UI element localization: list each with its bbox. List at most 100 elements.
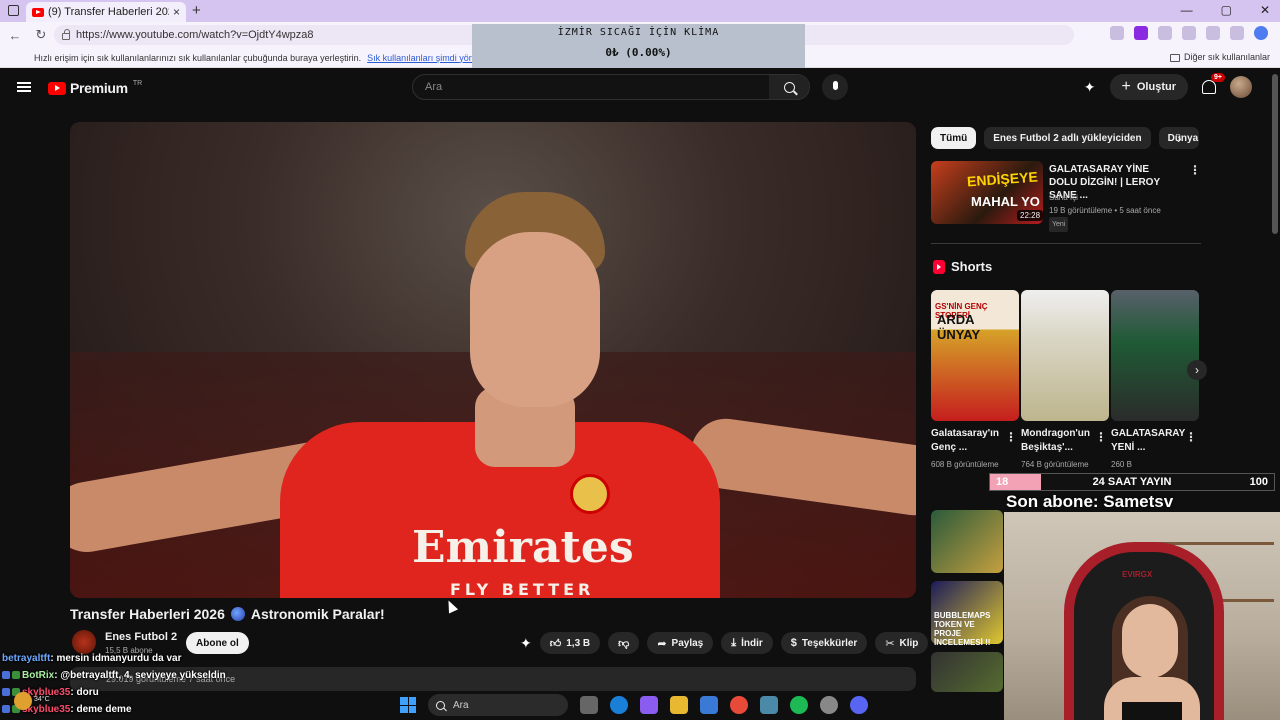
steam-icon[interactable] bbox=[760, 696, 778, 714]
short-item[interactable]: GS'NİN GENÇ STOPERİ ARDA ÜNYAY Galatasar… bbox=[931, 290, 1019, 471]
youtube-header: Premium TR Ara ✦ + Oluştur 9+ bbox=[0, 68, 1280, 106]
discord-icon[interactable] bbox=[850, 696, 868, 714]
close-window-icon[interactable]: ✕ bbox=[1260, 3, 1270, 17]
scrollbar[interactable] bbox=[1272, 74, 1278, 234]
chrome-icon[interactable] bbox=[730, 696, 748, 714]
menu-icon[interactable] bbox=[17, 82, 31, 92]
like-button[interactable]: 👍︎ 1,3 B bbox=[539, 632, 601, 654]
short-thumbnail[interactable] bbox=[1111, 290, 1199, 421]
chat-message: BotRix: @betrayaltft, 4. seviyeye yüksel… bbox=[2, 667, 226, 684]
recommended-thumbnail[interactable] bbox=[931, 510, 1003, 573]
search-placeholder: Ara bbox=[425, 81, 443, 93]
video-player[interactable]: Emirates FLY BETTER bbox=[70, 122, 916, 598]
more-options-icon[interactable]: ⋮ bbox=[1095, 430, 1107, 444]
tab-title: (9) Transfer Haberleri 2026 bbox=[48, 6, 169, 18]
short-item[interactable]: Mondragon'un Beşiktaş'... 764 B görüntül… bbox=[1021, 290, 1109, 471]
create-button[interactable]: + Oluştur bbox=[1109, 74, 1188, 100]
folder-icon bbox=[1169, 53, 1180, 62]
search-button[interactable] bbox=[769, 75, 809, 99]
thumbs-down-icon: 👎︎ bbox=[618, 637, 630, 650]
short-thumbnail[interactable] bbox=[1021, 290, 1109, 421]
filter-chips: Tümü Enes Futbol 2 adlı yükleyiciden Dün… bbox=[931, 127, 1199, 149]
chat-message: skyblue35: deme deme bbox=[2, 701, 226, 718]
recommended-thumbnail[interactable] bbox=[931, 652, 1003, 692]
user-avatar[interactable] bbox=[1230, 76, 1252, 98]
notifications-icon[interactable]: 9+ bbox=[1202, 73, 1225, 94]
badge-icon bbox=[12, 671, 20, 680]
new-badge: Yeni bbox=[1049, 217, 1069, 232]
youtube-logo[interactable]: Premium TR bbox=[48, 80, 142, 96]
search-input[interactable]: Ara bbox=[412, 74, 810, 100]
share-button[interactable]: ➦ Paylaş bbox=[647, 632, 714, 654]
recommended-thumbnail[interactable]: BUBBLEMAPS TOKEN VE PROJE İNCELEMESİ !! bbox=[931, 581, 1003, 647]
share-icon: ➦ bbox=[657, 637, 667, 650]
copilot-icon[interactable] bbox=[640, 696, 658, 714]
youtube-play-icon bbox=[48, 81, 66, 95]
more-options-icon[interactable]: ⋮ bbox=[1189, 163, 1201, 177]
extension-icon[interactable] bbox=[1134, 26, 1148, 40]
recommended-video[interactable]: ENDİŞEYE MAHAL YO 22:28 GALATASARAY YİNE… bbox=[931, 161, 1201, 232]
profile-icon[interactable] bbox=[1230, 26, 1244, 40]
short-item[interactable]: GALATASARAY YENİ ... 260 B ⋮ bbox=[1111, 290, 1199, 471]
video-duration: 22:28 bbox=[1017, 210, 1044, 221]
tab-actions-icon[interactable] bbox=[8, 5, 19, 16]
short-title[interactable]: Mondragon'un Beşiktaş'... bbox=[1021, 427, 1099, 455]
lock-icon bbox=[62, 28, 70, 40]
voice-search-icon[interactable] bbox=[822, 74, 848, 100]
scissors-icon: ✂ bbox=[885, 637, 895, 650]
favorites-icon[interactable] bbox=[1182, 26, 1196, 40]
short-views: 608 B görüntüleme bbox=[931, 460, 999, 469]
short-thumbnail[interactable]: GS'NİN GENÇ STOPERİ ARDA ÜNYAY bbox=[931, 290, 1019, 421]
chevron-right-icon[interactable]: › bbox=[1177, 130, 1182, 146]
extension-icon[interactable] bbox=[1158, 26, 1172, 40]
video-actions: ✦ 👍︎ 1,3 B 👎︎ ➦ Paylaş ⤓ İndir $ Teşekkürler… bbox=[520, 632, 929, 654]
collections-icon[interactable] bbox=[1206, 26, 1220, 40]
short-views: 764 B görüntüleme bbox=[1021, 460, 1089, 469]
jersey-sponsor-tagline: FLY BETTER bbox=[450, 580, 595, 598]
maximize-icon[interactable]: ▢ bbox=[1221, 3, 1232, 17]
clip-button[interactable]: ✂ Klip bbox=[875, 632, 929, 654]
chip-uploader[interactable]: Enes Futbol 2 adlı yükleyiciden bbox=[984, 127, 1151, 149]
dislike-button[interactable]: 👎︎ bbox=[608, 632, 640, 654]
thanks-button[interactable]: $ Teşekkürler bbox=[780, 632, 868, 654]
app-icon[interactable] bbox=[820, 696, 838, 714]
weather-temp: 34°C bbox=[34, 696, 50, 703]
close-tab-icon[interactable]: × bbox=[173, 5, 180, 19]
extensions-row bbox=[1110, 26, 1268, 40]
download-button[interactable]: ⤓ İndir bbox=[721, 632, 773, 654]
chevron-right-icon[interactable]: › bbox=[1187, 360, 1207, 380]
more-options-icon[interactable]: ⋮ bbox=[1185, 430, 1197, 444]
chair-logo-text: EVIRGX bbox=[1122, 570, 1153, 579]
windows-start-icon[interactable] bbox=[400, 697, 416, 713]
donation-goal-title: İZMİR SICAĞI İÇİN KLİMA bbox=[557, 27, 720, 38]
browser-titlebar: (9) Transfer Haberleri 2026 × + — ▢ ✕ bbox=[0, 0, 1280, 22]
recommended-meta: Saha İçi 19 B görüntüleme • 5 saat önce … bbox=[1049, 191, 1161, 232]
store-icon[interactable] bbox=[700, 696, 718, 714]
minimize-icon[interactable]: — bbox=[1181, 3, 1193, 17]
other-bookmarks[interactable]: Diğer sık kullanılanlar bbox=[1169, 52, 1270, 62]
chat-message: betrayaltft: mersin idmanyurdu da var bbox=[2, 653, 182, 664]
ai-sparkle-icon[interactable]: ✦ bbox=[520, 635, 532, 652]
thumbs-up-icon: 👍︎ bbox=[549, 637, 562, 650]
extension-icon[interactable] bbox=[1110, 26, 1124, 40]
new-tab-icon[interactable]: + bbox=[192, 2, 201, 19]
task-view-icon[interactable] bbox=[580, 696, 598, 714]
logo-region: TR bbox=[132, 79, 143, 87]
chip-all[interactable]: Tümü bbox=[931, 127, 977, 149]
manage-bookmarks-link[interactable]: Sık kullanılanları şimdi yönetin bbox=[367, 53, 488, 63]
back-icon[interactable]: ← bbox=[4, 28, 26, 43]
file-explorer-icon[interactable] bbox=[670, 696, 688, 714]
channel-name[interactable]: Enes Futbol 2 bbox=[105, 631, 177, 643]
spotify-icon[interactable] bbox=[790, 696, 808, 714]
short-title[interactable]: GALATASARAY YENİ ... bbox=[1111, 427, 1189, 455]
more-options-icon[interactable]: ⋮ bbox=[1005, 430, 1017, 444]
weather-icon[interactable] bbox=[14, 692, 32, 710]
refresh-icon[interactable]: ↻ bbox=[30, 27, 52, 43]
copilot-icon[interactable] bbox=[1254, 26, 1268, 40]
browser-tab[interactable]: (9) Transfer Haberleri 2026 × bbox=[26, 2, 186, 22]
edge-icon[interactable] bbox=[610, 696, 628, 714]
taskbar-search[interactable]: Ara bbox=[428, 694, 568, 716]
ai-sparkle-icon[interactable]: ✦ bbox=[1084, 79, 1096, 96]
download-icon: ⤓ bbox=[731, 636, 737, 649]
short-title[interactable]: Galatasaray'ın Genç ... bbox=[931, 427, 1009, 455]
